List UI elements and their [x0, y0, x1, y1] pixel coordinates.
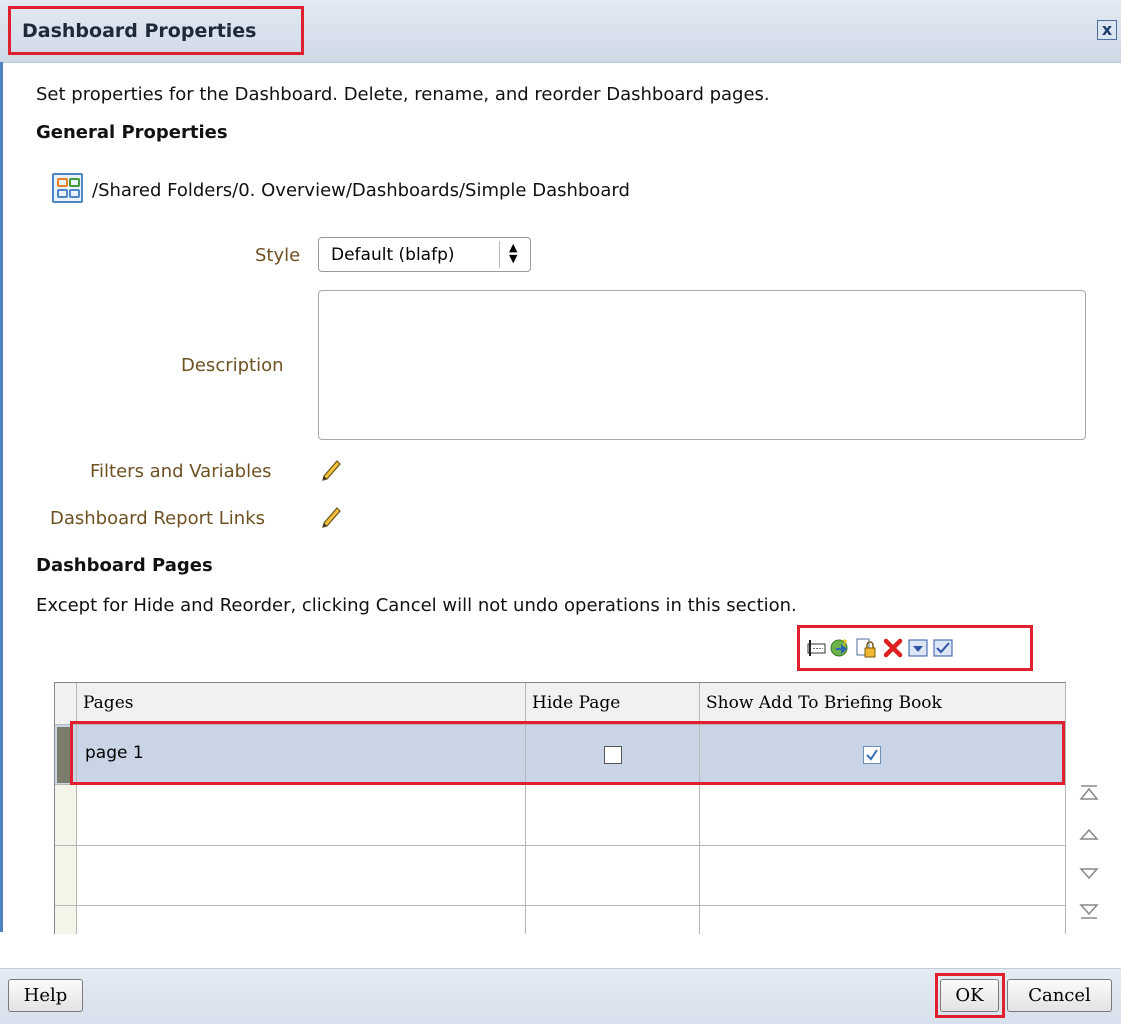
dashboard-path: /Shared Folders/0. Overview/Dashboards/S… [92, 180, 630, 201]
empty-cell [77, 785, 526, 846]
empty-cell [526, 785, 700, 846]
dashboard-pages-note: Except for Hide and Reorder, clicking Ca… [36, 595, 797, 616]
dialog-left-border [0, 62, 3, 932]
show-briefing-checkbox[interactable] [863, 746, 881, 764]
table-row[interactable]: page 1 [77, 725, 526, 785]
empty-cell [77, 846, 526, 906]
help-button[interactable]: Help [8, 979, 83, 1012]
rename-icon[interactable] [805, 637, 827, 659]
empty-cell [526, 846, 700, 906]
row-gutter [55, 906, 77, 934]
report-links-edit-pencil-icon[interactable] [318, 502, 346, 530]
hide-page-cell [526, 725, 700, 785]
close-button[interactable]: x [1097, 20, 1117, 40]
style-select[interactable]: Default (blafp) ▲ ▼ [318, 237, 531, 272]
empty-cell [526, 906, 700, 934]
move-to-bottom-icon[interactable] [1078, 901, 1100, 921]
move-down-icon[interactable] [1078, 864, 1100, 884]
style-label: Style [255, 245, 301, 266]
filters-edit-pencil-icon[interactable] [318, 455, 346, 483]
pages-table: Pages Hide Page Show Add To Briefing Boo… [54, 682, 1066, 934]
style-select-value: Default (blafp) [331, 245, 455, 265]
general-properties-heading: General Properties [36, 122, 228, 143]
page-options-icon[interactable] [907, 637, 929, 659]
dashboard-icon [52, 173, 83, 203]
column-header-hide-page: Hide Page [526, 683, 700, 725]
empty-cell [77, 906, 526, 934]
move-up-icon[interactable] [1078, 825, 1100, 845]
delete-icon[interactable] [882, 637, 904, 659]
column-header-pages: Pages [77, 683, 526, 725]
permissions-icon[interactable]: ? [830, 637, 852, 659]
checkmark-icon [866, 749, 878, 761]
hide-page-checkbox[interactable] [604, 746, 622, 764]
row-gutter[interactable] [55, 725, 77, 785]
dashboard-report-links-label: Dashboard Report Links [50, 508, 266, 529]
table-corner-cell [55, 683, 77, 725]
row-gutter [55, 846, 77, 906]
empty-cell [700, 846, 1066, 906]
row-gutter [55, 785, 77, 846]
dashboard-pages-heading: Dashboard Pages [36, 555, 213, 576]
ok-button[interactable]: OK [940, 979, 999, 1012]
updown-arrows-icon: ▲ ▼ [509, 241, 518, 265]
briefing-book-icon[interactable] [932, 637, 954, 659]
page-lock-icon[interactable] [855, 637, 877, 659]
move-to-top-icon[interactable] [1078, 783, 1100, 803]
svg-text:?: ? [842, 639, 847, 649]
column-header-show-briefing: Show Add To Briefing Book [700, 683, 1066, 725]
filters-and-variables-label: Filters and Variables [90, 461, 272, 482]
description-field[interactable] [318, 290, 1086, 440]
close-icon[interactable]: x [1102, 20, 1112, 39]
cancel-button[interactable]: Cancel [1007, 979, 1112, 1012]
empty-cell [700, 906, 1066, 934]
show-briefing-cell [700, 725, 1066, 785]
description-label: Description [181, 355, 284, 376]
empty-cell [700, 785, 1066, 846]
page-name-cell[interactable]: page 1 [85, 743, 144, 763]
intro-text: Set properties for the Dashboard. Delete… [36, 84, 770, 105]
dialog-title: Dashboard Properties [22, 20, 257, 42]
style-select-divider [499, 241, 500, 268]
